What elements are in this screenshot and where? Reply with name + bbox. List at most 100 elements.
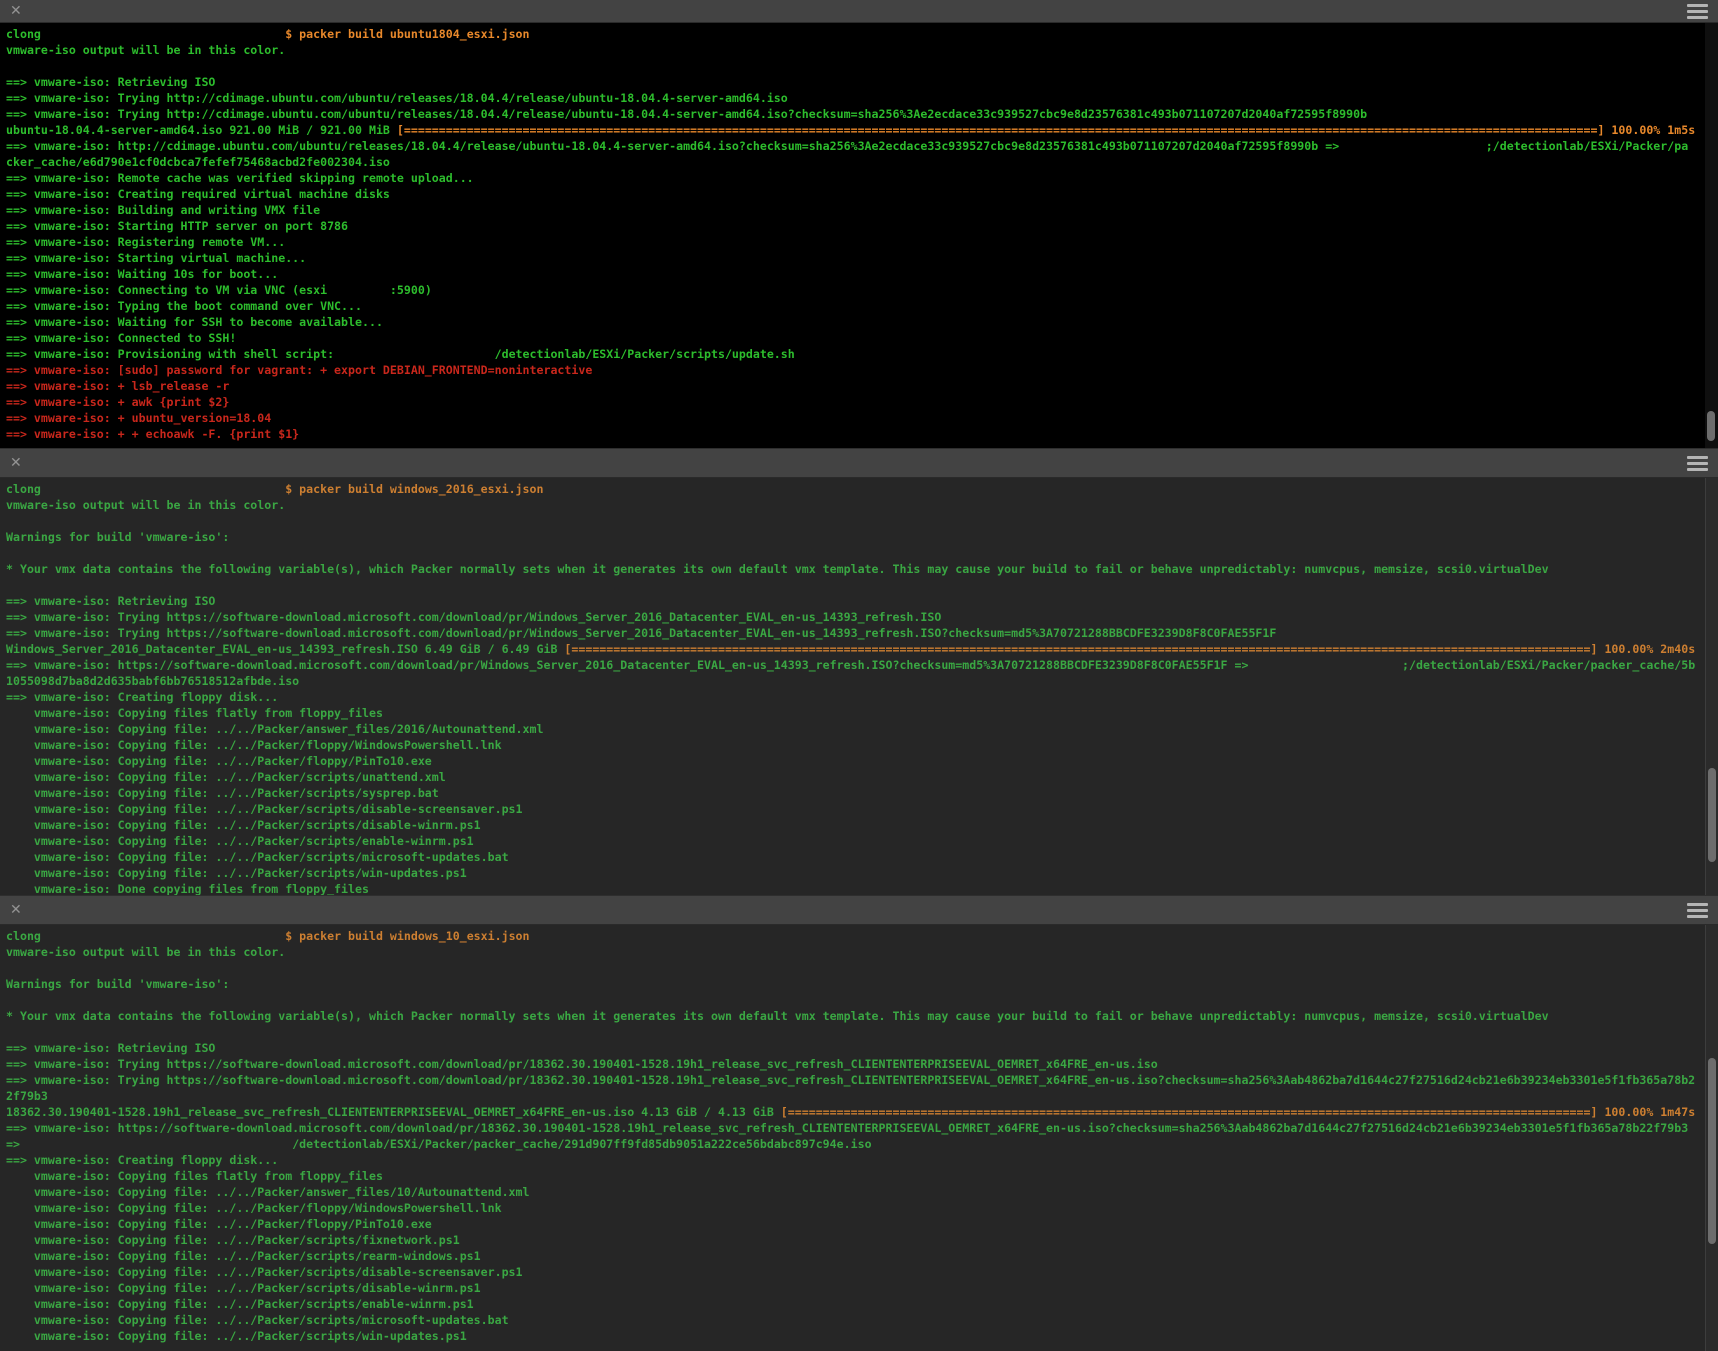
terminal-line: vmware-iso: Copying files flatly from fl… (6, 705, 1718, 721)
terminal-line: vmware-iso: Copying file: ../../Packer/f… (6, 737, 1718, 753)
terminal-line: Windows_Server_2016_Datacenter_EVAL_en-u… (6, 641, 1718, 657)
terminal-line: vmware-iso: Copying file: ../../Packer/s… (6, 785, 1718, 801)
terminal-line: vmware-iso: Copying file: ../../Packer/s… (6, 769, 1718, 785)
close-icon[interactable]: ✕ (10, 903, 22, 917)
terminal-line: ==> vmware-iso: Typing the boot command … (6, 298, 1718, 314)
terminal-line (6, 960, 1718, 976)
terminal-line: vmware-iso: Copying file: ../../Packer/f… (6, 1216, 1718, 1232)
terminal-line: ==> vmware-iso: Connecting to VM via VNC… (6, 282, 1718, 298)
terminal-line: vmware-iso output will be in this color. (6, 497, 1718, 513)
terminal-window: ✕ clong $ packer build ubuntu1804_esxi.j… (0, 0, 1718, 1351)
terminal-line: clong $ packer build ubuntu1804_esxi.jso… (6, 26, 1718, 42)
terminal-line: Warnings for build 'vmware-iso': (6, 976, 1718, 992)
terminal-pane-ubuntu1804: ✕ clong $ packer build ubuntu1804_esxi.j… (0, 0, 1718, 448)
terminal-line: * Your vmx data contains the following v… (6, 561, 1718, 577)
terminal-line: vmware-iso: Copying file: ../../Packer/s… (6, 1248, 1718, 1264)
terminal-line: ==> vmware-iso: + lsb_release -r (6, 378, 1718, 394)
terminal-line: 1055098d7ba8d2d635babf6bb76518512afbde.i… (6, 673, 1718, 689)
menu-icon[interactable] (1687, 456, 1708, 471)
terminal-line: vmware-iso: Done copying files from flop… (6, 881, 1718, 895)
terminal-line: ==> vmware-iso: Creating floppy disk... (6, 689, 1718, 705)
terminal-output[interactable]: clong $ packer build windows_2016_esxi.j… (0, 478, 1718, 895)
terminal-line: ==> vmware-iso: Retrieving ISO (6, 593, 1718, 609)
terminal-line: vmware-iso: Copying file: ../../Packer/s… (6, 817, 1718, 833)
terminal-line: ==> vmware-iso: Retrieving ISO (6, 74, 1718, 90)
terminal-line: vmware-iso: Copying file: ../../Packer/a… (6, 721, 1718, 737)
terminal-line: vmware-iso: Copying file: ../../Packer/s… (6, 1312, 1718, 1328)
terminal-line: 2f79b3 (6, 1088, 1718, 1104)
terminal-pane-windows2016: ✕ clong $ packer build windows_2016_esxi… (0, 448, 1718, 895)
terminal-line: ==> vmware-iso: Remote cache was verifie… (6, 170, 1718, 186)
scrollbar[interactable] (1705, 925, 1718, 1351)
terminal-line: ==> vmware-iso: Retrieving ISO (6, 1040, 1718, 1056)
pane-header: ✕ (0, 448, 1718, 478)
terminal-line (6, 545, 1718, 561)
terminal-line: Warnings for build 'vmware-iso': (6, 529, 1718, 545)
terminal-line: ==> vmware-iso: [sudo] password for vagr… (6, 362, 1718, 378)
terminal-line: vmware-iso: Copying file: ../../Packer/s… (6, 849, 1718, 865)
terminal-line: ==> vmware-iso: Registering remote VM... (6, 234, 1718, 250)
terminal-line: vmware-iso output will be in this color. (6, 944, 1718, 960)
terminal-line: * Your vmx data contains the following v… (6, 1008, 1718, 1024)
terminal-line: ==> vmware-iso: + awk {print $2} (6, 394, 1718, 410)
menu-icon[interactable] (1687, 4, 1708, 19)
terminal-line: => /detectionlab/ESXi/Packer/packer_cach… (6, 1136, 1718, 1152)
terminal-line: ==> vmware-iso: Creating floppy disk... (6, 1152, 1718, 1168)
pane-header: ✕ (0, 895, 1718, 925)
terminal-line: vmware-iso: Copying file: ../../Packer/f… (6, 1200, 1718, 1216)
terminal-line: vmware-iso: Copying file: ../../Packer/s… (6, 865, 1718, 881)
terminal-line (6, 513, 1718, 529)
terminal-line: ==> vmware-iso: Trying http://cdimage.ub… (6, 90, 1718, 106)
terminal-line: vmware-iso: Copying file: ../../Packer/s… (6, 1232, 1718, 1248)
terminal-line: ==> vmware-iso: https://software-downloa… (6, 657, 1718, 673)
terminal-line: ==> vmware-iso: Trying https://software-… (6, 625, 1718, 641)
close-icon[interactable]: ✕ (10, 456, 22, 470)
terminal-line: ==> vmware-iso: http://cdimage.ubuntu.co… (6, 138, 1718, 154)
terminal-line: vmware-iso: Copying file: ../../Packer/s… (6, 1328, 1718, 1344)
terminal-line: ubuntu-18.04.4-server-amd64.iso 921.00 M… (6, 122, 1718, 138)
scrollbar-thumb[interactable] (1708, 1058, 1716, 1244)
close-icon[interactable]: ✕ (10, 4, 22, 18)
terminal-line: ==> vmware-iso: + ubuntu_version=18.04 (6, 410, 1718, 426)
terminal-line: vmware-iso output will be in this color. (6, 42, 1718, 58)
terminal-line: ==> vmware-iso: + + echoawk -F. {print $… (6, 426, 1718, 442)
terminal-line: ==> vmware-iso: Waiting for SSH to becom… (6, 314, 1718, 330)
terminal-line (6, 577, 1718, 593)
terminal-line: vmware-iso: Copying file: ../../Packer/s… (6, 1264, 1718, 1280)
scrollbar-thumb[interactable] (1707, 411, 1715, 441)
terminal-line: vmware-iso: Copying file: ../../Packer/s… (6, 1296, 1718, 1312)
terminal-line: ==> vmware-iso: https://software-downloa… (6, 1120, 1718, 1136)
terminal-line: ==> vmware-iso: Connected to SSH! (6, 330, 1718, 346)
terminal-line: ==> vmware-iso: Starting HTTP server on … (6, 218, 1718, 234)
terminal-line: ==> vmware-iso: Building and writing VMX… (6, 202, 1718, 218)
terminal-line: clong $ packer build windows_10_esxi.jso… (6, 928, 1718, 944)
terminal-line (6, 1024, 1718, 1040)
terminal-line: vmware-iso: Copying file: ../../Packer/s… (6, 1280, 1718, 1296)
pane-header: ✕ (0, 0, 1718, 23)
scrollbar[interactable] (1705, 23, 1718, 448)
terminal-line: ==> vmware-iso: Provisioning with shell … (6, 346, 1718, 362)
terminal-output[interactable]: clong $ packer build windows_10_esxi.jso… (0, 925, 1718, 1351)
scrollbar-thumb[interactable] (1708, 768, 1716, 862)
terminal-line: vmware-iso: Copying file: ../../Packer/s… (6, 833, 1718, 849)
terminal-line: ==> vmware-iso: Waiting 10s for boot... (6, 266, 1718, 282)
terminal-output[interactable]: clong $ packer build ubuntu1804_esxi.jso… (0, 23, 1718, 448)
terminal-line: ==> vmware-iso: Trying https://software-… (6, 609, 1718, 625)
terminal-line: ==> vmware-iso: Trying https://software-… (6, 1056, 1718, 1072)
terminal-line: cker_cache/e6d790e1cf0dcbca7fefef75468ac… (6, 154, 1718, 170)
terminal-line: ==> vmware-iso: Starting virtual machine… (6, 250, 1718, 266)
terminal-line: vmware-iso: Copying file: ../../Packer/a… (6, 1184, 1718, 1200)
scrollbar[interactable] (1705, 478, 1718, 895)
terminal-line: ==> vmware-iso: Trying http://cdimage.ub… (6, 106, 1718, 122)
terminal-line (6, 58, 1718, 74)
terminal-line: ==> vmware-iso: Trying https://software-… (6, 1072, 1718, 1088)
terminal-line: vmware-iso: Copying file: ../../Packer/f… (6, 753, 1718, 769)
terminal-line (6, 992, 1718, 1008)
terminal-line: ==> vmware-iso: Creating required virtua… (6, 186, 1718, 202)
terminal-line: 18362.30.190401-1528.19h1_release_svc_re… (6, 1104, 1718, 1120)
terminal-pane-windows10: ✕ clong $ packer build windows_10_esxi.j… (0, 895, 1718, 1351)
terminal-line: vmware-iso: Copying files flatly from fl… (6, 1168, 1718, 1184)
menu-icon[interactable] (1687, 903, 1708, 918)
terminal-line: clong $ packer build windows_2016_esxi.j… (6, 481, 1718, 497)
terminal-line: vmware-iso: Copying file: ../../Packer/s… (6, 801, 1718, 817)
